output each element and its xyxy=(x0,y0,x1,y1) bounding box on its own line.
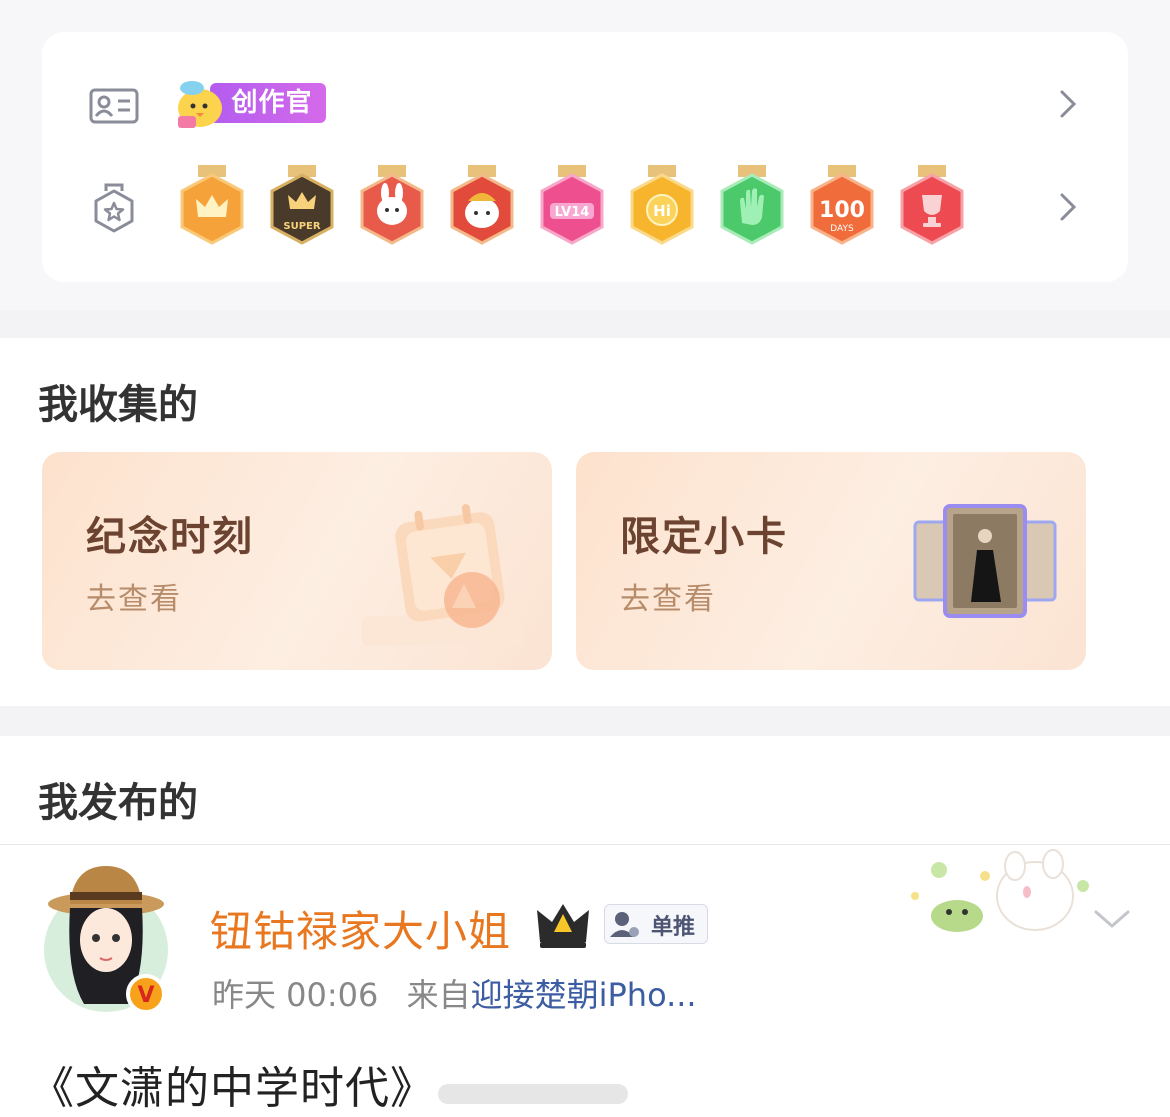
super-medal-text: SUPER xyxy=(283,221,320,232)
user-tag-icon xyxy=(610,912,639,937)
100-days-medal-icon[interactable]: 100 DAYS xyxy=(806,165,878,255)
post-meta: 昨天 00:06 来自迎接楚朝iPho... xyxy=(212,970,697,1016)
crown-medal-icon[interactable] xyxy=(176,165,248,255)
photo-cards-icon xyxy=(913,504,1057,618)
crown-icon xyxy=(537,904,589,948)
verified-mark: V xyxy=(137,983,154,1008)
post-text: 《文潇的中学时代》 xyxy=(30,1063,435,1114)
calendar-heart-icon xyxy=(362,504,522,646)
collected-title: 我收集的 xyxy=(38,382,198,428)
chick-mascot-icon xyxy=(178,81,222,128)
memorial-card-subtitle: 去查看 xyxy=(86,582,182,617)
lv14-medal-text: LV14 xyxy=(555,205,590,220)
id-card-icon xyxy=(89,88,139,124)
post-username[interactable]: 钮钴禄家大小姐 xyxy=(210,898,511,959)
creator-row[interactable]: 创作官 xyxy=(42,54,1128,154)
published-section: 我发布的 V 钮钴禄家大小姐 单推 昨天 00:06 来自迎接楚朝iPho... xyxy=(0,736,1170,1117)
badge-card: 创作官 SUPER LV14 Hi 100 DAYS xyxy=(42,32,1128,282)
creator-label: 创作官 xyxy=(210,83,326,123)
memorial-moments-card[interactable]: 纪念时刻 去查看 xyxy=(42,452,552,670)
100-days-medal-word: DAYS xyxy=(830,224,854,234)
bunny-medal-icon[interactable] xyxy=(356,165,428,255)
post-source-prefix: 来自 xyxy=(406,976,471,1014)
post-time: 昨天 00:06 xyxy=(212,976,379,1014)
avatar[interactable]: V xyxy=(40,864,172,1014)
wave-hand-medal-icon[interactable] xyxy=(716,165,788,255)
medal-outline-icon xyxy=(94,183,134,233)
post-source[interactable]: 迎接楚朝iPho... xyxy=(471,976,697,1014)
divider xyxy=(0,844,1170,845)
single-fan-tag: 单推 xyxy=(604,904,708,944)
bunny-hat-medal-icon[interactable] xyxy=(446,165,518,255)
medal-row[interactable]: SUPER LV14 Hi 100 DAYS xyxy=(42,157,1128,257)
100-days-medal-number: 100 xyxy=(819,198,865,223)
chevron-down-icon[interactable] xyxy=(1092,904,1132,934)
limited-card-title: 限定小卡 xyxy=(620,514,788,560)
lv14-medal-icon[interactable]: LV14 xyxy=(536,165,608,255)
hi-medal-text: Hi xyxy=(653,202,671,220)
trophy-medal-icon[interactable] xyxy=(896,165,968,255)
bunny-sticker-icon xyxy=(911,849,1089,932)
hi-medal-icon[interactable]: Hi xyxy=(626,165,698,255)
tag-text: 单推 xyxy=(651,915,696,940)
chevron-right-icon xyxy=(1060,90,1077,118)
limited-card-subtitle: 去查看 xyxy=(620,582,716,617)
blurred-text xyxy=(438,1084,628,1104)
memorial-card-title: 纪念时刻 xyxy=(86,514,254,560)
published-title: 我发布的 xyxy=(38,780,198,826)
creator-badge[interactable]: 创作官 xyxy=(174,78,328,130)
limited-cards-card[interactable]: 限定小卡 去查看 xyxy=(576,452,1086,670)
chevron-right-icon xyxy=(1060,193,1077,221)
super-medal-icon[interactable]: SUPER xyxy=(266,165,338,255)
collected-section: 我收集的 纪念时刻 去查看 限定小卡 去查看 xyxy=(0,338,1170,706)
